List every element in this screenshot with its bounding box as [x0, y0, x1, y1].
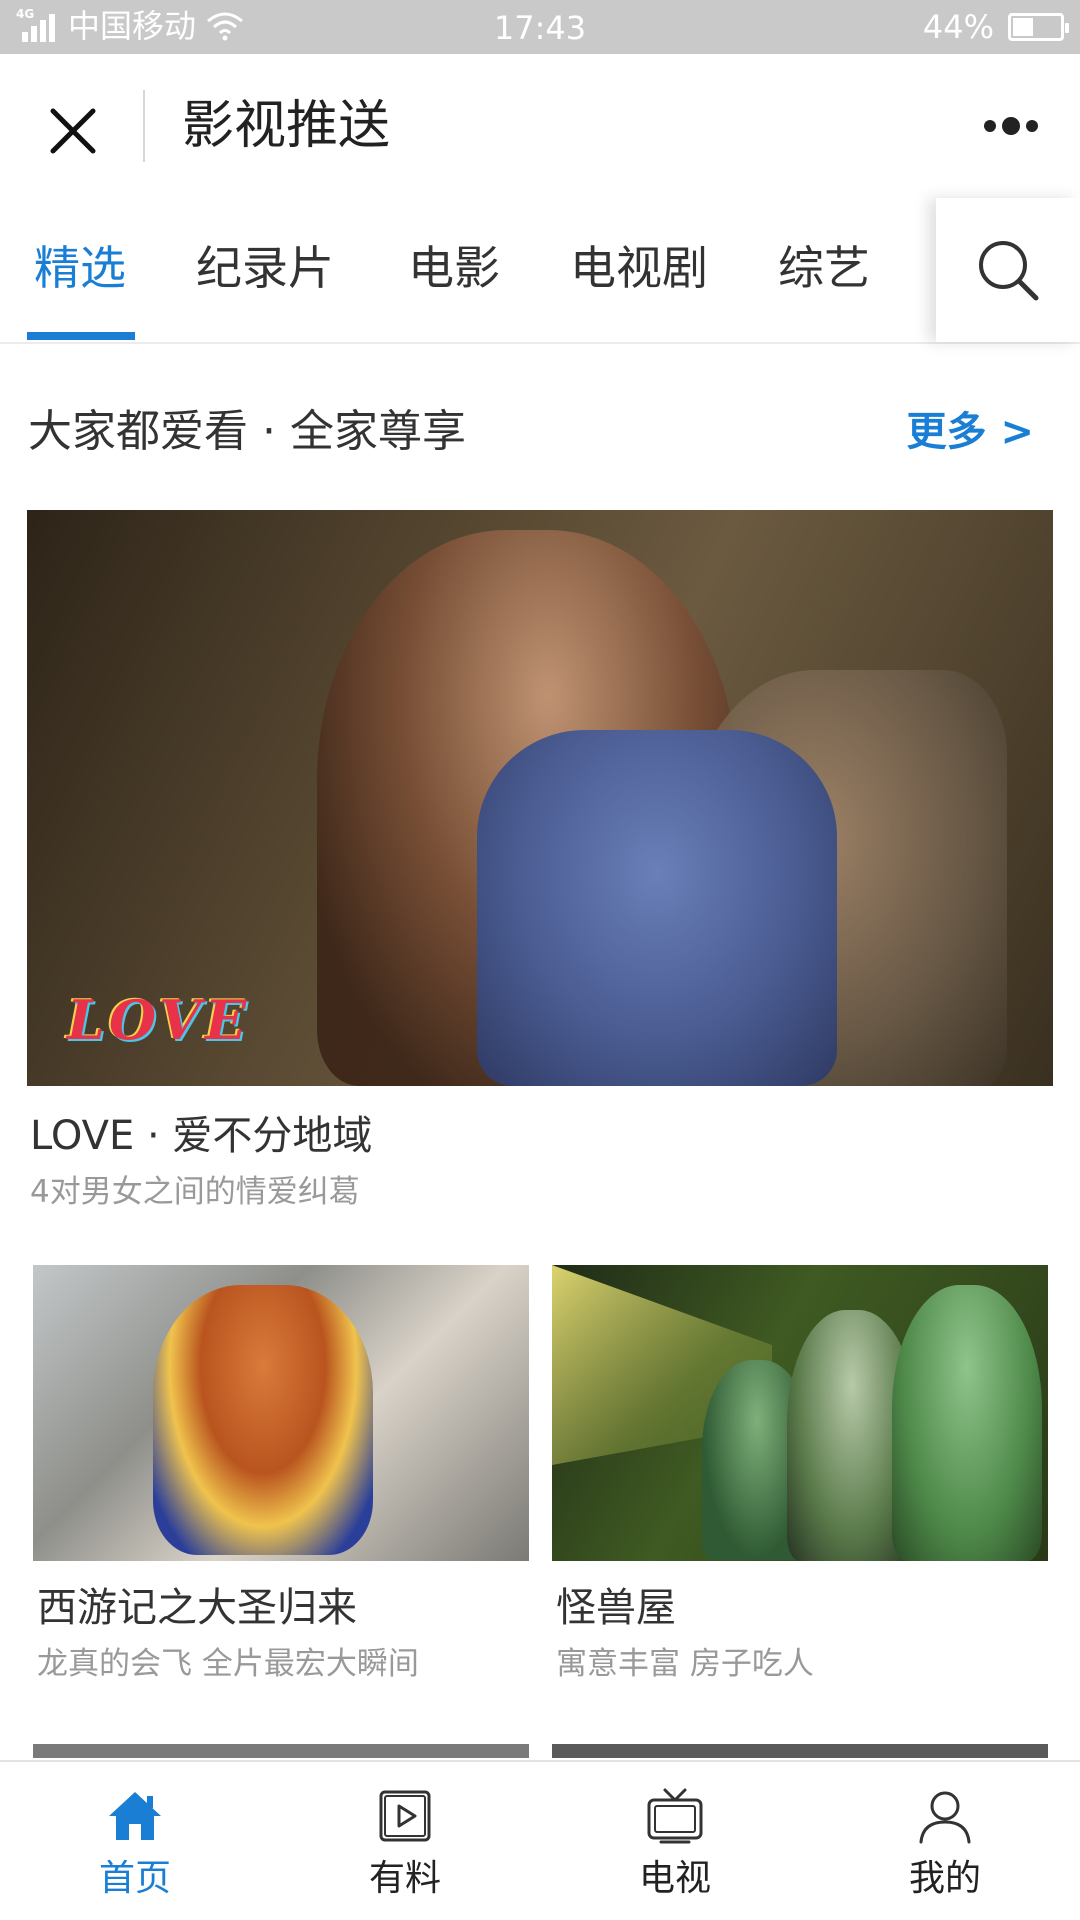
- tab-tv-series[interactable]: 电视剧: [570, 238, 708, 298]
- tab-movie[interactable]: 电影: [408, 238, 500, 298]
- tab-featured[interactable]: 精选: [34, 238, 126, 298]
- active-tab-indicator: [27, 332, 135, 340]
- nav-divider: [143, 90, 145, 162]
- more-button[interactable]: [976, 104, 1046, 148]
- bottom-nav-label: 电视: [638, 1858, 711, 1899]
- bottom-nav-label: 首页: [98, 1858, 171, 1899]
- tv-icon: [647, 1788, 703, 1844]
- poster-logo: LOVE: [67, 988, 251, 1052]
- page-title: 影视推送: [182, 96, 391, 156]
- more-link[interactable]: 更多 >: [907, 404, 1034, 460]
- bottom-nav: 首页 有料 电视 我的: [0, 1760, 1080, 1920]
- poster-figure: [892, 1285, 1042, 1561]
- bottom-nav-profile[interactable]: 我的: [845, 1762, 1045, 1920]
- more-icon-dot: [1026, 120, 1038, 132]
- status-right: 44%: [922, 8, 1069, 46]
- card-poster[interactable]: [33, 1744, 529, 1758]
- bottom-nav-tv[interactable]: 电视: [575, 1762, 775, 1920]
- poster-figure: [153, 1285, 373, 1555]
- close-icon: [50, 108, 96, 154]
- card-poster[interactable]: [552, 1744, 1048, 1758]
- featured-poster[interactable]: LOVE: [27, 510, 1053, 1086]
- play-icon: [379, 1790, 431, 1842]
- card-poster[interactable]: [33, 1265, 529, 1561]
- poster-figure: [477, 730, 837, 1086]
- status-bar: 4G 中国移动 17:43 44%: [0, 0, 1080, 54]
- tab-variety[interactable]: 综艺: [778, 238, 870, 298]
- featured-title[interactable]: LOVE · 爱不分地域: [30, 1110, 372, 1162]
- status-time: 17:43: [493, 9, 587, 47]
- home-icon: [109, 1792, 161, 1840]
- close-button[interactable]: [38, 96, 108, 166]
- more-icon: [984, 120, 996, 132]
- section-title: 大家都爱看 · 全家尊享: [28, 406, 466, 457]
- category-tabs: 精选 纪录片 电影 电视剧 综艺: [0, 198, 1080, 344]
- featured-subtitle: 4对男女之间的情爱纠葛: [30, 1174, 360, 1210]
- search-button[interactable]: [936, 198, 1080, 342]
- nav-bar: 影视推送: [0, 54, 1080, 198]
- bottom-nav-label: 有料: [368, 1858, 441, 1899]
- card-poster[interactable]: [552, 1265, 1048, 1561]
- more-icon-dot: [1002, 117, 1020, 135]
- card-title[interactable]: 怪兽屋: [556, 1582, 676, 1634]
- card-subtitle: 龙真的会飞 全片最宏大瞬间: [37, 1646, 419, 1682]
- bottom-nav-feed[interactable]: 有料: [305, 1762, 505, 1920]
- battery-fill: [1013, 18, 1034, 36]
- card-title[interactable]: 西游记之大圣归来: [37, 1582, 357, 1634]
- card-subtitle: 寓意丰富 房子吃人: [556, 1646, 814, 1682]
- tab-documentary[interactable]: 纪录片: [196, 238, 334, 298]
- user-icon: [919, 1791, 971, 1844]
- battery-icon: [1008, 13, 1069, 41]
- search-icon: [979, 241, 1039, 301]
- bottom-nav-label: 我的: [908, 1858, 981, 1899]
- battery-percent: 44%: [922, 8, 994, 46]
- bottom-nav-home[interactable]: 首页: [35, 1762, 235, 1920]
